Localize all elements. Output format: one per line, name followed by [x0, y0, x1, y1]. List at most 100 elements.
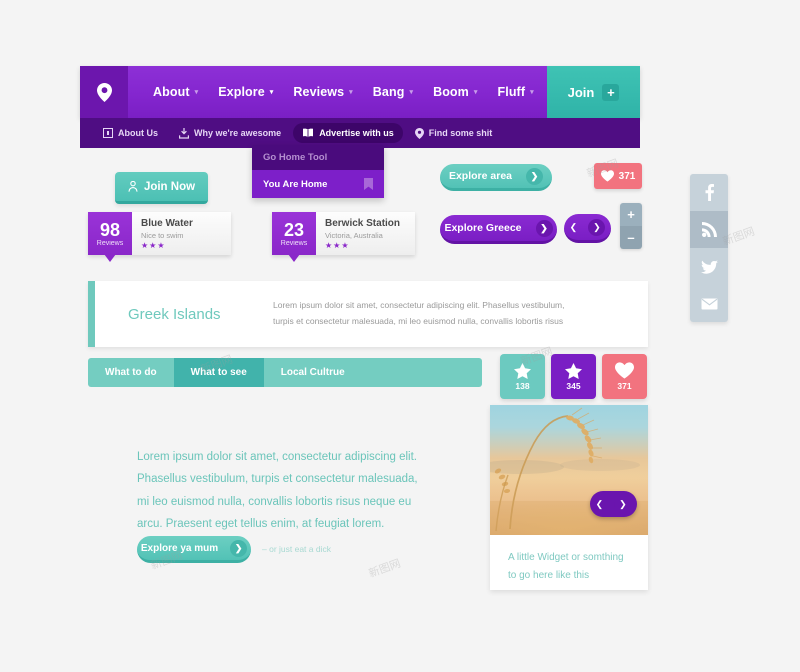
pointer-tail [288, 254, 300, 262]
twitter-icon [700, 259, 718, 274]
review-subtitle: Victoria, Australia [325, 231, 383, 240]
content-paragraph: Lorem ipsum dolor sit amet, consectetur … [137, 446, 457, 536]
tab-what-to-see[interactable]: What to see [173, 358, 264, 387]
cta-note: – or just eat a dick [262, 544, 331, 554]
nav-item-bang[interactable]: Bang ▾ [364, 79, 422, 105]
star-icon [565, 362, 582, 379]
greek-islands-panel: Greek Islands Lorem ipsum dolor sit amet… [88, 281, 648, 347]
plus-icon: + [602, 83, 620, 101]
subnav-item-about-us[interactable]: About Us [94, 123, 167, 143]
join-now-button[interactable]: Join Now [115, 172, 208, 204]
explore-ya-mum-label: Explore ya mum [140, 542, 219, 554]
chevron-right-icon: ❯ [526, 167, 544, 185]
review-card-blue-water[interactable]: 98 Reviews Blue Water Nice to swim ★★★ [88, 212, 231, 262]
panel-description-line: turpis et consectetur malesuada, mi leo … [273, 316, 564, 326]
nav-item-explore[interactable]: Explore ▾ [209, 79, 282, 105]
tab-bar: What to do What to see Local Cultrue [88, 358, 482, 387]
rss-icon [701, 222, 717, 237]
book-icon [302, 128, 314, 138]
stat-badge-group: 138 345 371 [500, 354, 647, 399]
widget-caption: A little Widget or somthing to go here l… [490, 535, 648, 584]
review-subtitle: Nice to swim [141, 231, 184, 240]
join-button[interactable]: Join + [547, 66, 640, 118]
review-count: 98 [99, 219, 121, 240]
chevron-down-icon: ▾ [530, 88, 534, 96]
review-title: Blue Water [141, 218, 193, 229]
nav-item-label: Reviews [293, 85, 345, 99]
carousel-nav-pill[interactable]: ❮ ❯ [564, 214, 611, 243]
review-title: Berwick Station [325, 218, 401, 229]
social-button-rss[interactable] [690, 211, 728, 248]
join-button-label: Join [567, 84, 595, 100]
ui-kit-canvas: About ▾ Explore ▾ Reviews ▾ Bang ▾ Boom [0, 0, 800, 672]
zoom-in-button[interactable]: + [620, 203, 642, 226]
stat-count: 138 [515, 380, 530, 391]
review-card-berwick-station[interactable]: 23 Reviews Berwick Station Victoria, Aus… [272, 212, 415, 262]
dropdown-item-you-are-home[interactable]: You Are Home [252, 170, 384, 198]
stat-badge-star-345[interactable]: 345 [551, 354, 596, 399]
chevron-down-icon: ▾ [409, 88, 414, 96]
explore-area-button[interactable]: Explore area ❯ [440, 164, 552, 191]
nav-item-reviews[interactable]: Reviews ▾ [284, 79, 361, 105]
chevron-right-icon: ❯ [535, 219, 553, 237]
chevron-down-icon: ▾ [349, 88, 353, 96]
social-button-facebook[interactable] [690, 174, 728, 211]
chevron-left-icon[interactable]: ❮ [570, 222, 578, 233]
logo-button[interactable] [80, 66, 128, 118]
zoom-out-button[interactable]: – [620, 226, 642, 249]
review-count-label: Reviews [280, 239, 308, 247]
subnav-item-advertise-with-us[interactable]: Advertise with us [293, 123, 403, 143]
star-rating-icon: ★★★ [141, 241, 166, 250]
social-button-email[interactable] [690, 285, 728, 322]
social-button-twitter[interactable] [690, 248, 728, 285]
bookmark-icon [364, 178, 373, 190]
square-box-icon [103, 128, 113, 138]
review-count: 23 [283, 219, 305, 240]
chevron-down-icon: ▾ [473, 88, 478, 96]
tab-local-cultrue[interactable]: Local Cultrue [264, 358, 362, 387]
heart-count: 371 [618, 170, 636, 182]
content-line: mi leo euismod nulla, convallis lobortis… [137, 495, 412, 508]
subnav-item-find-some-shit[interactable]: Find some shit [406, 123, 502, 144]
secondary-navbar: About Us Why we're awesome Advertise wit… [80, 118, 640, 148]
chevron-down-icon: ▾ [194, 88, 199, 96]
dropdown-item-label: You Are Home [263, 178, 328, 190]
zoom-stepper: + – [620, 203, 642, 249]
nav-item-about[interactable]: About ▾ [144, 79, 207, 105]
content-line: Phasellus vestibulum, turpis et consecte… [137, 473, 418, 486]
navigation-region: About ▾ Explore ▾ Reviews ▾ Bang ▾ Boom [80, 66, 640, 148]
subnav-item-label: About Us [118, 128, 158, 138]
widget-card: ❮ ❯ A little Widget or somthing to go he… [490, 405, 648, 590]
subnav-item-why-were-awesome[interactable]: Why we're awesome [170, 123, 290, 144]
chevron-right-icon[interactable]: ❯ [588, 218, 606, 236]
panel-description: Lorem ipsum dolor sit amet, consectetur … [273, 281, 648, 347]
stat-count: 371 [617, 381, 632, 391]
nav-item-label: Fluff [497, 85, 526, 99]
review-count-badge: 23 Reviews [272, 212, 316, 262]
watermark: 新图网 [367, 557, 403, 581]
stat-badge-heart-371[interactable]: 371 [602, 354, 647, 399]
pointer-tail [104, 254, 116, 262]
nav-item-label: Boom [433, 85, 469, 99]
chevron-left-icon[interactable]: ❮ [596, 499, 604, 510]
explore-ya-mum-button[interactable]: Explore ya mum ❯ [137, 536, 251, 563]
explore-greece-button[interactable]: Explore Greece ❯ [440, 215, 557, 244]
download-icon [179, 127, 189, 139]
nav-item-label: About [153, 85, 190, 99]
stat-badge-star-138[interactable]: 138 [500, 354, 545, 399]
subnav-item-label: Find some shit [428, 128, 493, 138]
chevron-right-icon[interactable]: ❯ [614, 495, 632, 513]
widget-caption-line: A little Widget or somthing [508, 552, 624, 563]
chevron-right-icon: ❯ [230, 539, 248, 557]
nav-link-list: About ▾ Explore ▾ Reviews ▾ Bang ▾ Boom [128, 66, 547, 118]
nav-item-label: Bang [372, 85, 405, 99]
nav-item-fluff[interactable]: Fluff ▾ [489, 79, 543, 105]
nav-item-boom[interactable]: Boom ▾ [424, 79, 486, 105]
subnav-item-label: Why we're awesome [194, 128, 282, 138]
facebook-icon [705, 184, 714, 201]
tab-what-to-do[interactable]: What to do [88, 358, 174, 387]
heart-count-badge[interactable]: 371 [594, 163, 642, 189]
chevron-down-icon: ▾ [269, 88, 274, 96]
accent-bar [88, 281, 95, 347]
widget-carousel-nav[interactable]: ❮ ❯ [590, 491, 637, 517]
